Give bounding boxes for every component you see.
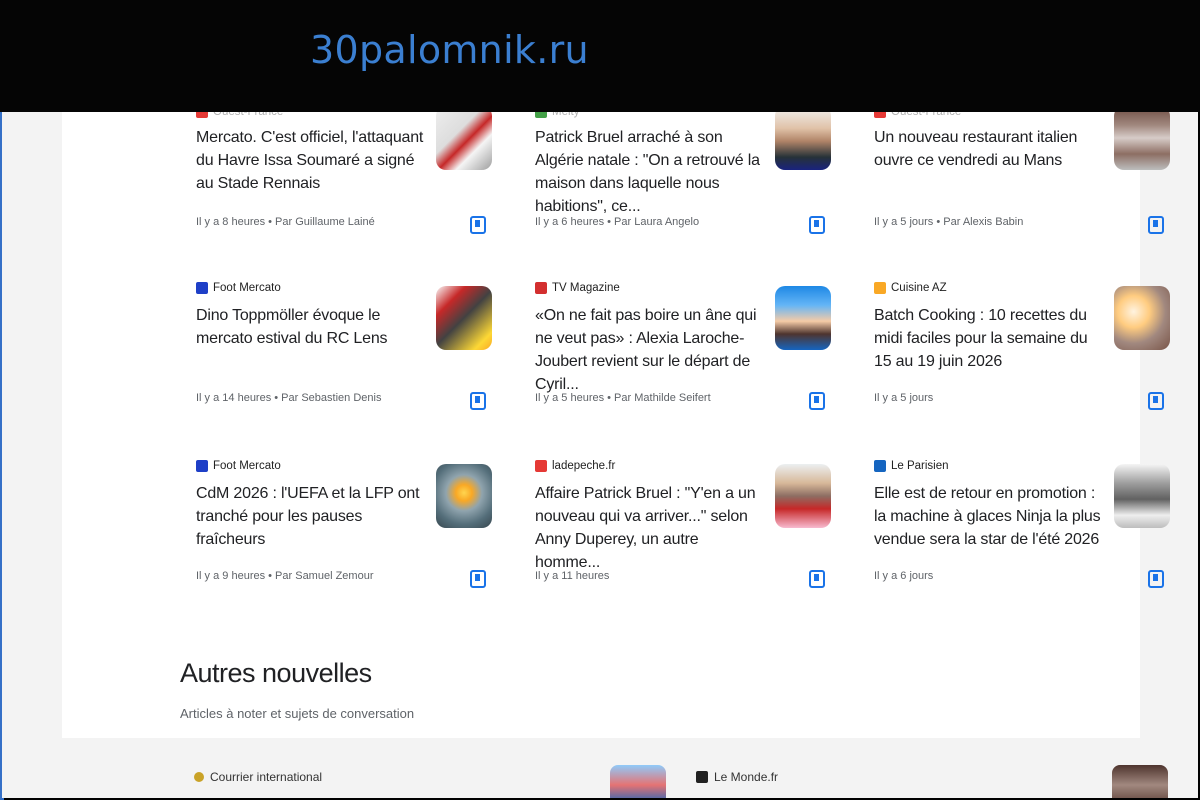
card-thumbnail[interactable] <box>775 106 831 170</box>
card-thumbnail[interactable] <box>775 464 831 528</box>
card-headline[interactable]: Elle est de retour en promotion : la mac… <box>874 482 1102 551</box>
card-thumbnail[interactable] <box>775 286 831 350</box>
card-meta: Il y a 6 heures • Par Laura Angelo <box>535 216 700 228</box>
bookmark-save-icon[interactable] <box>1148 216 1164 234</box>
news-card[interactable]: ladepeche.fr Affaire Patrick Bruel : "Y'… <box>535 458 835 598</box>
news-card[interactable]: Foot Mercato Dino Toppmöller évoque le m… <box>196 280 496 420</box>
bookmark-save-icon[interactable] <box>809 570 825 588</box>
card-headline[interactable]: Patrick Bruel arraché à son Algérie nata… <box>535 126 763 218</box>
news-card[interactable]: Foot Mercato CdM 2026 : l'UEFA et la LFP… <box>196 458 496 598</box>
source-name: Cuisine AZ <box>891 282 947 294</box>
news-card[interactable]: Ouest-France Mercato. C'est officiel, l'… <box>196 100 496 240</box>
card-meta: Il y a 5 jours <box>874 392 934 404</box>
card-source: Foot Mercato <box>196 280 281 296</box>
card-headline[interactable]: Affaire Patrick Bruel : "Y'en a un nouve… <box>535 482 763 574</box>
bottom-news-source[interactable]: Le Monde.fr <box>696 770 778 784</box>
card-thumbnail[interactable] <box>436 106 492 170</box>
news-card[interactable]: Cuisine AZ Batch Cooking : 10 recettes d… <box>874 280 1174 420</box>
card-thumbnail[interactable] <box>1114 464 1170 528</box>
section-subtitle: Articles à noter et sujets de conversati… <box>180 706 415 721</box>
source-logo-icon <box>196 282 208 294</box>
source-logo-icon <box>696 771 708 783</box>
source-name: Le Parisien <box>891 460 949 472</box>
card-thumbnail[interactable] <box>1114 106 1170 170</box>
section-title: Autres nouvelles <box>180 658 372 688</box>
card-headline[interactable]: Batch Cooking : 10 recettes du midi faci… <box>874 304 1102 373</box>
card-headline[interactable]: CdM 2026 : l'UEFA et la LFP ont tranché … <box>196 482 424 551</box>
source-logo-icon <box>874 282 886 294</box>
news-card[interactable]: Melty Patrick Bruel arraché à son Algéri… <box>535 100 835 240</box>
site-banner: 30palomnik.ru <box>0 0 1200 112</box>
card-source: ladepeche.fr <box>535 458 615 474</box>
card-headline[interactable]: Un nouveau restaurant italien ouvre ce v… <box>874 126 1102 172</box>
source-name: ladepeche.fr <box>552 460 616 472</box>
bookmark-save-icon[interactable] <box>470 392 486 410</box>
card-meta: Il y a 6 jours <box>874 570 934 582</box>
news-card[interactable]: TV Magazine «On ne fait pas boire un âne… <box>535 280 835 420</box>
source-name: Le Monde.fr <box>714 770 779 784</box>
bookmark-save-icon[interactable] <box>1148 570 1164 588</box>
bookmark-save-icon[interactable] <box>470 570 486 588</box>
card-source: Cuisine AZ <box>874 280 947 296</box>
card-source: Le Parisien <box>874 458 949 474</box>
source-name: Courrier international <box>210 770 323 784</box>
news-card[interactable]: Le Parisien Elle est de retour en promot… <box>874 458 1174 598</box>
source-name: TV Magazine <box>552 282 620 294</box>
source-logo-icon <box>196 460 208 472</box>
source-logo-icon <box>874 460 886 472</box>
news-card[interactable]: Ouest-France Un nouveau restaurant itali… <box>874 100 1174 240</box>
card-thumbnail[interactable] <box>436 464 492 528</box>
bookmark-save-icon[interactable] <box>1148 392 1164 410</box>
bottom-thumbnail[interactable] <box>610 765 666 798</box>
bottom-news-source[interactable]: Courrier international <box>194 770 322 784</box>
card-meta: Il y a 5 heures • Par Mathilde Seifert <box>535 392 711 404</box>
source-logo-icon <box>535 282 547 294</box>
card-meta: Il y a 5 jours • Par Alexis Babin <box>874 216 1024 228</box>
card-meta: Il y a 8 heures • Par Guillaume Lainé <box>196 216 375 228</box>
card-headline[interactable]: «On ne fait pas boire un âne qui ne veut… <box>535 304 763 396</box>
card-meta: Il y a 9 heures • Par Samuel Zemour <box>196 570 374 582</box>
card-source: TV Magazine <box>535 280 620 296</box>
card-meta: Il y a 11 heures <box>535 570 610 582</box>
source-logo-icon <box>194 772 204 782</box>
card-thumbnail[interactable] <box>1114 286 1170 350</box>
source-name: Foot Mercato <box>213 282 281 294</box>
bookmark-save-icon[interactable] <box>809 216 825 234</box>
card-thumbnail[interactable] <box>436 286 492 350</box>
card-meta: Il y a 14 heures • Par Sebastien Denis <box>196 392 382 404</box>
site-title[interactable]: 30palomnik.ru <box>310 28 589 72</box>
card-headline[interactable]: Dino Toppmöller évoque le mercato estiva… <box>196 304 424 350</box>
bookmark-save-icon[interactable] <box>470 216 486 234</box>
card-headline[interactable]: Mercato. C'est officiel, l'attaquant du … <box>196 126 424 195</box>
bookmark-save-icon[interactable] <box>809 392 825 410</box>
news-screen: Ouest-France Mercato. C'est officiel, l'… <box>2 100 1198 798</box>
source-name: Foot Mercato <box>213 460 281 472</box>
bottom-thumbnail[interactable] <box>1112 765 1168 798</box>
source-logo-icon <box>535 460 547 472</box>
card-source: Foot Mercato <box>196 458 281 474</box>
